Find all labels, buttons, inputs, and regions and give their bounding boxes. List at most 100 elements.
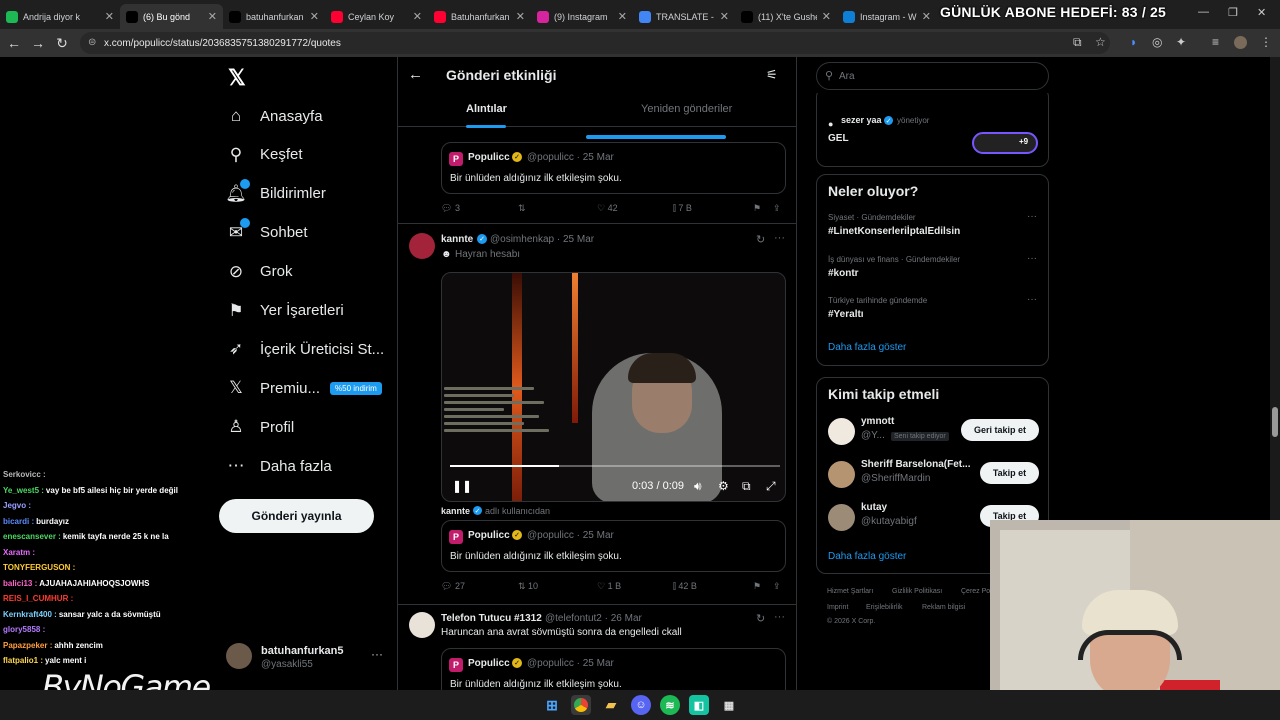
browser-tab[interactable]: (6) Bu gönd ✕	[120, 4, 223, 29]
profile-avatar[interactable]	[1234, 36, 1247, 49]
follow-button[interactable]: Takip et	[980, 462, 1039, 484]
browser-tab[interactable]: Ceylan Koy ✕	[325, 4, 428, 29]
quoted-post[interactable]: P Populicc ✓ @populicc · 25 Mar Bir ünlü…	[441, 648, 786, 690]
video-progress-bar[interactable]	[450, 465, 780, 467]
views-button[interactable]: ⫿ 7 B	[673, 203, 692, 214]
address-bar[interactable]: ⊜ x.com/populicc/status/2036835751380291…	[80, 32, 1110, 54]
search-input[interactable]: ⚲ Ara	[816, 62, 1049, 90]
tab-close-icon[interactable]: ✕	[208, 10, 217, 23]
browser-menu-icon[interactable]: ⋮	[1260, 35, 1272, 49]
browser-tab[interactable]: Instagram - W ✕	[837, 4, 937, 29]
window-close-icon[interactable]: ✕	[1257, 6, 1266, 19]
extension-icon[interactable]: ◗	[1130, 35, 1137, 49]
grok-icon[interactable]: ↻	[756, 612, 765, 625]
show-more-link[interactable]: Daha fazla göster	[828, 342, 906, 353]
quoted-post[interactable]: P Populicc ✓ @populicc · 25 Mar Bir ünlü…	[441, 520, 786, 572]
fullscreen-icon[interactable]: ⤢	[766, 479, 776, 494]
minimize-icon[interactable]: —	[1198, 6, 1209, 18]
nav-item[interactable]: ⌂ Anasayfa	[226, 101, 323, 131]
account-switcher[interactable]: batuhanfurkan5 @yasakli55 ···	[226, 643, 396, 673]
back-arrow-icon[interactable]: ←	[408, 66, 423, 83]
chrome-icon[interactable]	[571, 695, 591, 715]
video-player[interactable]: ❚❚ 0:03 / 0:09 🔊︎ ⚙ ⧉ ⤢	[441, 272, 786, 502]
nav-item[interactable]: ⚑ Yer İşaretleri	[226, 296, 343, 326]
footer-link[interactable]: Reklam bilgisi	[922, 604, 965, 611]
post[interactable]: P Populicc ✓ @populicc · 25 Mar Bir ünlü…	[398, 117, 796, 224]
tab-close-icon[interactable]: ✕	[105, 10, 114, 23]
extensions-puzzle-icon[interactable]: ✦	[1176, 35, 1186, 49]
grok-icon[interactable]: ↻	[756, 233, 765, 246]
site-info-icon[interactable]: ⊜	[88, 37, 96, 48]
bookmark-icon[interactable]: ⚑	[753, 203, 761, 214]
browser-tab[interactable]: batuhanfurkan ✕	[223, 4, 325, 29]
tab-close-icon[interactable]: ✕	[310, 10, 319, 23]
reply-button[interactable]: 💬︎ 3	[441, 203, 460, 214]
picture-in-picture-icon[interactable]: ⧉	[742, 479, 751, 494]
back-icon[interactable]: ←	[2, 35, 26, 51]
footer-link[interactable]: Çerez Po	[961, 588, 990, 595]
file-explorer-icon[interactable]: ▰	[601, 695, 621, 715]
reading-list-icon[interactable]: ≡	[1212, 35, 1219, 49]
volume-icon[interactable]: 🔊︎	[694, 479, 702, 494]
nav-item[interactable]: ⋯ Daha fazla	[226, 451, 332, 481]
tab-reposts[interactable]: Yeniden gönderiler	[641, 103, 732, 115]
footer-link[interactable]: Imprint	[827, 604, 848, 611]
footer-link[interactable]: Erişilebilirlik	[866, 604, 903, 611]
more-icon[interactable]: ···	[371, 647, 383, 661]
more-icon[interactable]: ···	[1027, 294, 1037, 305]
more-icon[interactable]: ···	[1027, 253, 1037, 264]
member-avatars[interactable]: +9	[972, 132, 1038, 154]
repost-button[interactable]: ⇅	[518, 203, 526, 214]
pause-icon[interactable]: ❚❚	[452, 479, 472, 493]
nav-item[interactable]: ✉ Sohbet	[226, 217, 308, 248]
settings-gear-icon[interactable]: ⚙	[718, 479, 729, 493]
windows-start-icon[interactable]: ⊞	[542, 695, 562, 715]
app-icon[interactable]: ◧	[689, 695, 709, 715]
nav-item[interactable]: ♙ Profil	[226, 412, 294, 442]
views-button[interactable]: ⫿ 42 B	[673, 581, 697, 592]
tab-close-icon[interactable]: ✕	[516, 10, 525, 23]
nav-item[interactable]: 𝕏 Premiu... %50 indirim	[226, 373, 382, 403]
nav-item[interactable]: ⚲ Keşfet	[226, 140, 303, 170]
filter-icon[interactable]: ⚟	[766, 67, 778, 83]
footer-link[interactable]: Gizlilik Politikası	[892, 588, 942, 595]
tab-quotes[interactable]: Alıntılar	[466, 103, 507, 115]
browser-tab[interactable]: (9) Instagram ✕	[531, 4, 633, 29]
bookmark-icon[interactable]: ⚑	[753, 581, 761, 592]
more-icon[interactable]: ···	[774, 232, 785, 244]
browser-tab[interactable]: Batuhanfurkan ✕	[428, 4, 531, 29]
browser-tab[interactable]: Andrija diyor k ✕	[0, 4, 120, 29]
more-icon[interactable]: ···	[774, 611, 785, 623]
tab-close-icon[interactable]: ✕	[922, 10, 931, 23]
post[interactable]: kannte ✓ @osimhenkap · 25 Mar ↻ ··· ☻ Ha…	[398, 224, 796, 605]
install-app-icon[interactable]: ⧉	[1073, 35, 1082, 50]
follow-back-button[interactable]: Geri takip et	[961, 419, 1039, 441]
share-icon[interactable]: ⇪	[773, 581, 781, 592]
like-button[interactable]: ♡ 42	[597, 203, 618, 214]
x-logo-icon[interactable]: 𝕏	[228, 65, 246, 91]
post[interactable]: Telefon Tutucu #1312 @telefontut2 · 26 M…	[398, 605, 796, 690]
discord-icon[interactable]: ☺	[631, 695, 651, 715]
tab-close-icon[interactable]: ✕	[822, 10, 831, 23]
reply-button[interactable]: 💬︎ 27	[441, 581, 465, 592]
maximize-icon[interactable]: ❐	[1228, 6, 1238, 19]
browser-tab[interactable]: TRANSLATE - G ✕	[633, 4, 735, 29]
bookmark-star-icon[interactable]: ☆	[1095, 35, 1106, 49]
post-button[interactable]: Gönderi yayınla	[219, 499, 374, 533]
tab-close-icon[interactable]: ✕	[720, 10, 729, 23]
browser-tab[interactable]: (11) X'te Gushe ✕	[735, 4, 837, 29]
show-more-link[interactable]: Daha fazla göster	[828, 551, 906, 562]
more-icon[interactable]: ···	[1027, 211, 1037, 222]
community-card[interactable]: ● sezer yaa ✓ yönetiyor GEL +9	[816, 87, 1049, 167]
tab-close-icon[interactable]: ✕	[618, 10, 627, 23]
follow-suggestion[interactable]: ymnott @Y... Seni takip ediyor Geri taki…	[817, 412, 1050, 452]
repost-button[interactable]: ⇅ 10	[518, 581, 538, 592]
like-button[interactable]: ♡ 1 B	[597, 581, 621, 592]
nav-item[interactable]: 🔔︎ Bildirimler	[225, 178, 326, 209]
tab-close-icon[interactable]: ✕	[413, 10, 422, 23]
nav-item[interactable]: ⊘ Grok	[226, 257, 293, 287]
spotify-icon[interactable]: ≋	[660, 695, 680, 715]
footer-link[interactable]: Hizmet Şartları	[827, 588, 873, 595]
share-icon[interactable]: ⇪	[773, 203, 781, 214]
forward-icon[interactable]: →	[26, 35, 50, 51]
